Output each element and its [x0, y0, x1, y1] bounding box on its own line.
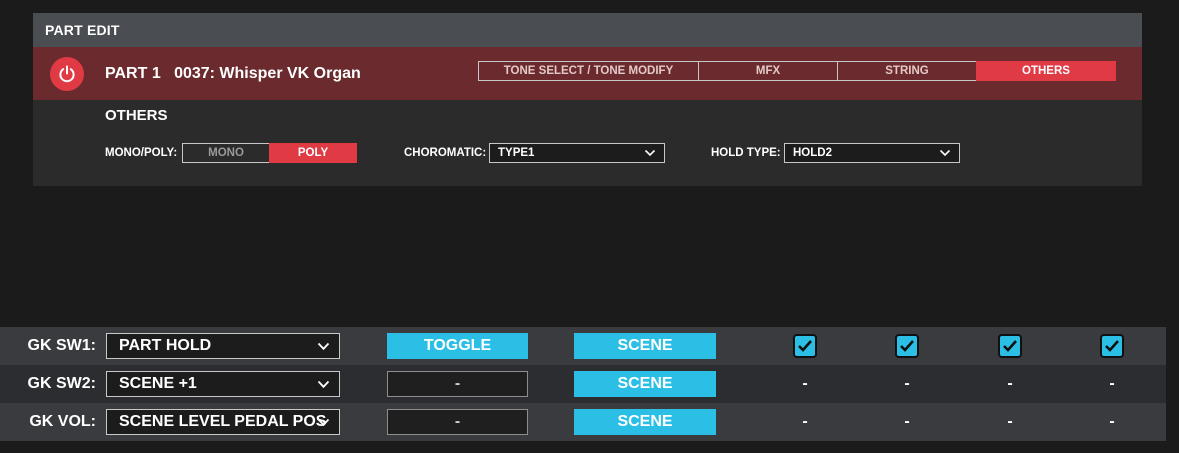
tab-others[interactable]: OTHERS: [976, 61, 1116, 81]
empty-dash: -: [1007, 413, 1013, 430]
chevron-down-icon: [317, 380, 330, 389]
gk-function-value: PART HOLD: [119, 337, 212, 354]
empty-dash: -: [1109, 413, 1115, 430]
gk-sw2-mode-button[interactable]: -: [387, 371, 528, 397]
gk-sw1-scene-button[interactable]: SCENE: [574, 333, 716, 359]
chevron-down-icon: [317, 342, 330, 351]
check-icon: [798, 340, 812, 352]
hold-type-value: HOLD2: [793, 147, 832, 159]
power-icon: [59, 65, 75, 83]
check-icon: [1003, 340, 1017, 352]
gk-sw1-check-3: [990, 327, 1030, 365]
mono-poly-switch: MONO POLY: [182, 143, 357, 163]
poly-option[interactable]: POLY: [269, 143, 357, 163]
gk-vol-cell-2: -: [887, 403, 927, 441]
empty-dash: -: [904, 375, 910, 392]
gk-sw1-check-1: [785, 327, 825, 365]
empty-dash: -: [904, 413, 910, 430]
hold-type-select[interactable]: HOLD2: [784, 143, 960, 163]
check-icon: [1105, 340, 1119, 352]
mono-option[interactable]: MONO: [182, 143, 270, 163]
empty-dash: -: [802, 375, 808, 392]
empty-dash: -: [802, 413, 808, 430]
tab-tone-select-modify[interactable]: TONE SELECT / TONE MODIFY: [478, 61, 699, 81]
gk-sw1-check-4: [1092, 327, 1132, 365]
gk-vol-function-select[interactable]: SCENE LEVEL PEDAL POS: [106, 409, 340, 435]
tab-string[interactable]: STRING: [837, 61, 977, 81]
chromatic-value: TYPE1: [498, 147, 535, 159]
gk-vol-cell-1: -: [785, 403, 825, 441]
gk-sw1-row: GK SW1: PART HOLD TOGGLE SCENE: [0, 327, 1166, 365]
gk-sw2-cell-1: -: [785, 365, 825, 403]
power-button[interactable]: [50, 57, 84, 91]
gk-vol-row: GK VOL: SCENE LEVEL PEDAL POS - SCENE - …: [0, 403, 1166, 441]
chevron-down-icon: [317, 418, 330, 427]
hold-type-label: HOLD TYPE:: [711, 147, 781, 159]
empty-dash: -: [1109, 375, 1115, 392]
part-edit-tabs: TONE SELECT / TONE MODIFY MFX STRING OTH…: [478, 61, 1116, 81]
part-title: PART 1 0037: Whisper VK Organ: [105, 47, 361, 100]
checkbox[interactable]: [793, 334, 817, 358]
checkbox[interactable]: [895, 334, 919, 358]
section-title: OTHERS: [105, 107, 168, 124]
chromatic-label: CHOROMATIC:: [404, 147, 487, 159]
checkbox[interactable]: [998, 334, 1022, 358]
gk-row-label: GK SW2:: [27, 375, 96, 392]
chevron-down-icon: [644, 149, 656, 157]
panel-title: PART EDIT: [33, 13, 1142, 47]
gk-sw1-mode-button[interactable]: TOGGLE: [387, 333, 528, 359]
gk-sw2-cell-3: -: [990, 365, 1030, 403]
empty-dash: -: [1007, 375, 1013, 392]
gk-sw1-function-select[interactable]: PART HOLD: [106, 333, 340, 359]
gk-function-value: SCENE LEVEL PEDAL POS: [119, 413, 327, 430]
gk-row-label: GK VOL:: [29, 413, 96, 430]
gk-vol-cell-4: -: [1092, 403, 1132, 441]
mono-poly-label: MONO/POLY:: [105, 147, 178, 159]
part-edit-panel: PART EDIT PART 1 0037: Whisper VK Organ …: [33, 13, 1142, 186]
gk-sw2-cell-4: -: [1092, 365, 1132, 403]
gk-vol-mode-button[interactable]: -: [387, 409, 528, 435]
gk-vol-scene-button[interactable]: SCENE: [574, 409, 716, 435]
chevron-down-icon: [939, 149, 951, 157]
tone-name: 0037: Whisper VK Organ: [174, 65, 361, 82]
gk-function-value: SCENE +1: [119, 375, 197, 392]
gk-sw1-check-2: [887, 327, 927, 365]
gk-sw2-function-select[interactable]: SCENE +1: [106, 371, 340, 397]
part-bar: PART 1 0037: Whisper VK Organ TONE SELEC…: [33, 47, 1142, 100]
gk-row-label: GK SW1:: [27, 337, 96, 354]
gk-sw2-scene-button[interactable]: SCENE: [574, 371, 716, 397]
gk-vol-cell-3: -: [990, 403, 1030, 441]
gk-sw2-cell-2: -: [887, 365, 927, 403]
checkbox[interactable]: [1100, 334, 1124, 358]
gk-assign-table: GK SW1: PART HOLD TOGGLE SCENE GK SW2: S…: [0, 324, 1166, 445]
check-icon: [900, 340, 914, 352]
tab-mfx[interactable]: MFX: [698, 61, 838, 81]
gk-sw2-row: GK SW2: SCENE +1 - SCENE - - - -: [0, 365, 1166, 403]
chromatic-select[interactable]: TYPE1: [489, 143, 665, 163]
part-number: PART 1: [105, 65, 161, 82]
